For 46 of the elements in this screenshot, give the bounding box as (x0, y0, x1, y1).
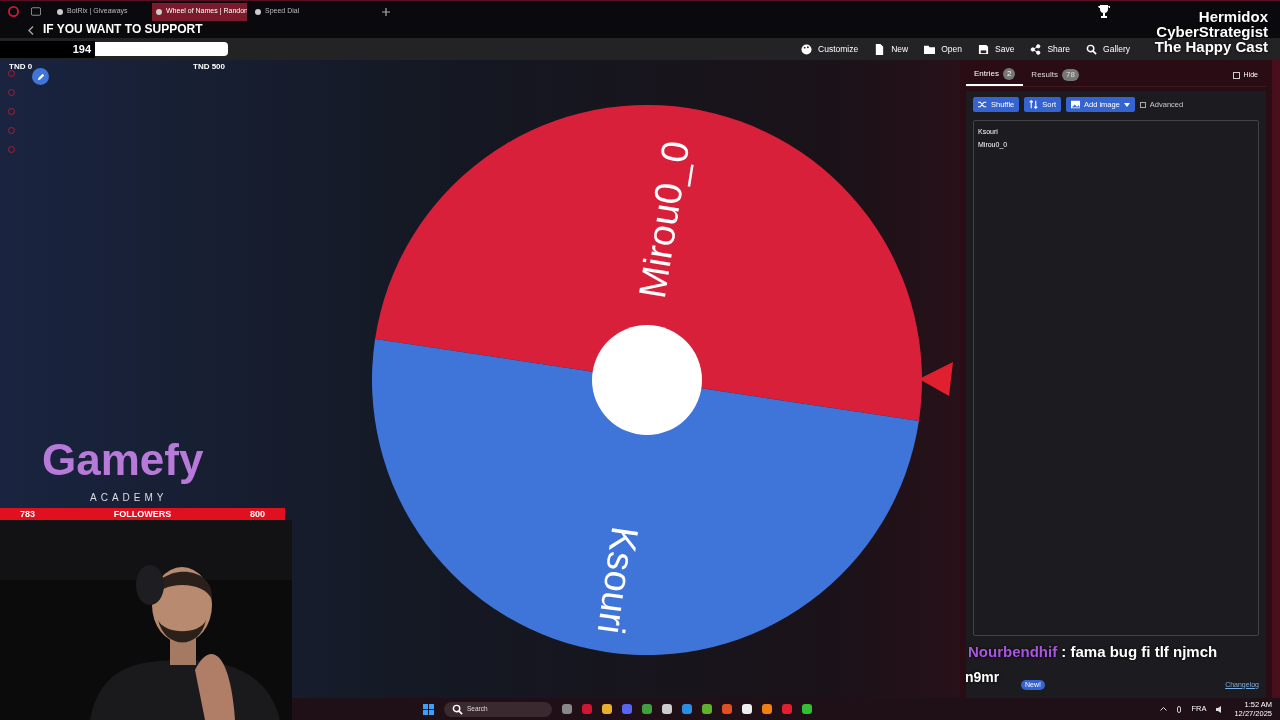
donation-count: 194 (0, 41, 95, 58)
slice-label: Ksouri (589, 524, 647, 637)
count-badge: 78 (1062, 69, 1079, 81)
toolbar-button[interactable]: Open (924, 42, 962, 56)
goal-start-label: TND 0 (9, 61, 33, 73)
browser-logo-icon[interactable] (8, 6, 19, 17)
sort-icon (1029, 100, 1039, 109)
followers-goal: 800 (249, 507, 265, 521)
save-icon (978, 43, 989, 55)
logo-text: Gamefy (42, 438, 204, 482)
windows-start-icon[interactable] (423, 703, 434, 715)
caret-icon (1123, 102, 1130, 107)
shuffle-icon (978, 100, 987, 109)
wheel-center[interactable] (592, 325, 702, 435)
share-icon (1030, 43, 1042, 55)
image-icon (1071, 100, 1080, 109)
trophy-icon[interactable] (1098, 5, 1110, 18)
pencil-icon (36, 72, 45, 81)
followers-count: 783 (20, 507, 36, 521)
chat-message: n9mr (965, 668, 1000, 687)
toolbar-button[interactable]: Gallery (1086, 42, 1130, 56)
panel-tab[interactable]: Entries 2 (966, 68, 1024, 86)
search-icon (1086, 43, 1098, 55)
followers-label: FOLLOWERS (113, 507, 172, 521)
toolbar-button[interactable]: Share (1030, 42, 1071, 56)
overlay-name: The Happy Cast (1154, 39, 1268, 54)
tab-icon[interactable] (31, 7, 41, 16)
goal-end-label: TND 500 (193, 61, 225, 73)
back-icon[interactable] (28, 25, 34, 35)
toolbar-button[interactable]: New (874, 42, 909, 56)
new-tab-icon[interactable] (382, 7, 390, 16)
pointer-icon (919, 360, 955, 398)
chat-message: Nourbendhif : fama bug fi tlf njmch (968, 642, 1218, 662)
support-heading: IF YOU WANT TO SUPPORT (43, 21, 203, 38)
edit-button[interactable] (32, 68, 49, 85)
overlay-name: Hermidox (1198, 9, 1268, 24)
panel-tab[interactable]: Results 78 (1023, 69, 1087, 85)
logo-subtitle: ACADEMY (90, 491, 168, 505)
slice-label: Mirou0_0 (630, 138, 698, 302)
search-icon (452, 703, 463, 715)
count-badge: 2 (1002, 68, 1016, 80)
file-icon (874, 43, 886, 55)
wheel[interactable]: Mirou0_0 Ksouri (367, 100, 927, 660)
toolbar-button[interactable]: Customize (801, 42, 859, 56)
toolbar-button[interactable]: Save (978, 42, 1015, 56)
folder-icon (924, 43, 936, 55)
